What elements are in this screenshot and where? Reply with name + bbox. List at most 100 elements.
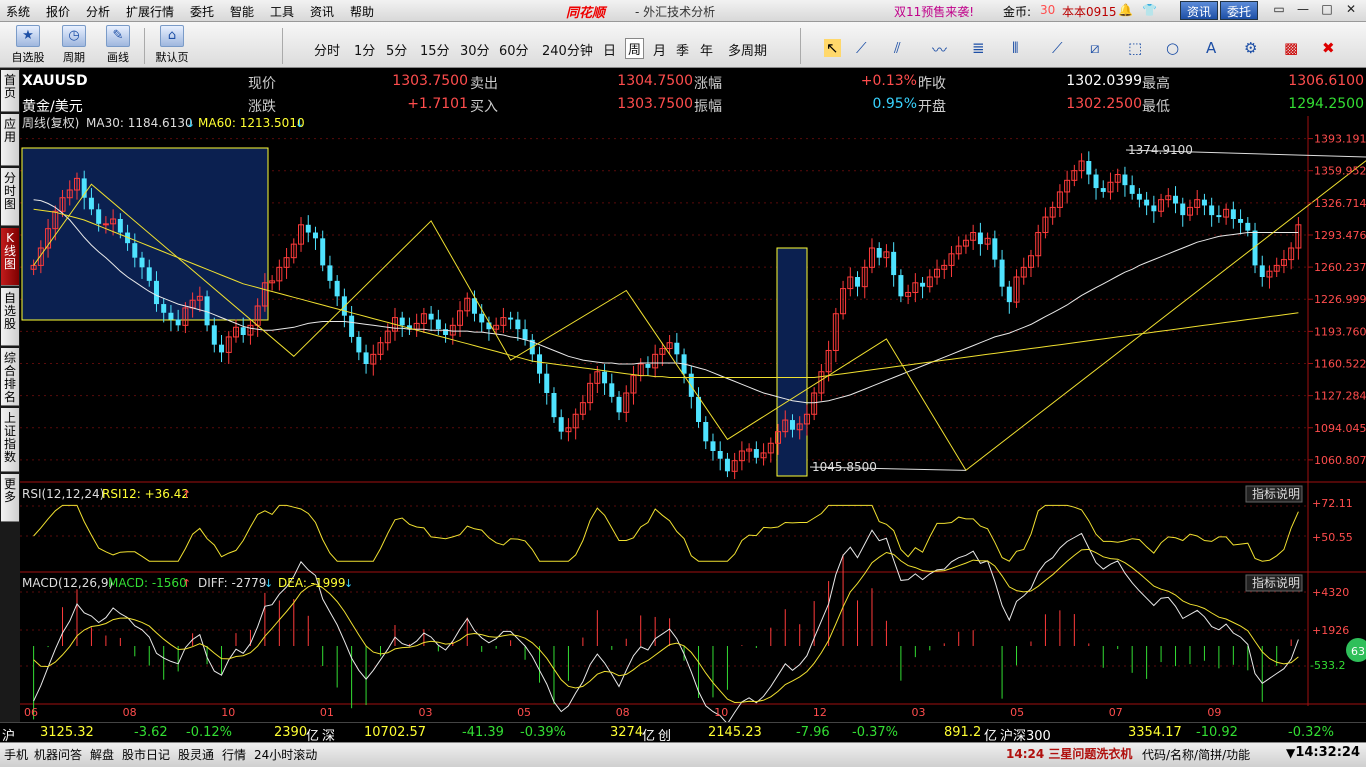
candle-body-down (1100, 188, 1106, 192)
period-week[interactable]: 周 (625, 38, 645, 59)
tab-stockbot[interactable]: 股灵通 (178, 746, 214, 763)
cy-pct: -0.37% (852, 725, 898, 740)
candle-body-down (1086, 161, 1092, 175)
sidebar: 首页 应用 分时图 K线图 自选股 综合排名 上证指数 更多 (0, 68, 20, 722)
time-tick-label: 12 (813, 706, 827, 719)
circle-tool-icon[interactable]: ○ (1166, 39, 1179, 57)
candle-body-down (349, 315, 355, 337)
rsi-label: RSI(12,12,24) (22, 487, 104, 501)
candle-body-down (551, 393, 557, 418)
price-tick-label: 1094.045 (1314, 422, 1366, 435)
sidebar-item-kline[interactable]: K线图 (1, 228, 19, 286)
period-5min[interactable]: 5分 (386, 40, 407, 59)
period-intraday[interactable]: 分时 (314, 40, 340, 59)
tab-diary[interactable]: 股市日记 (122, 746, 170, 763)
restore-icon[interactable]: ▭ (1268, 2, 1290, 19)
menu-extended[interactable]: 扩展行情 (126, 3, 174, 20)
news-ticker[interactable]: 14:24 三星问题洗衣机 (1006, 745, 1132, 762)
cursor-icon[interactable]: ↖ (824, 39, 841, 57)
menu-quote[interactable]: 报价 (46, 3, 70, 20)
parallel-tool-icon[interactable]: ⫽ (894, 39, 901, 57)
macd-axis-low: -533.2 (1310, 659, 1345, 672)
tab-market[interactable]: 行情 (222, 746, 246, 763)
chevron-down-icon[interactable]: ▼ (1286, 746, 1295, 760)
rect-tool-icon[interactable]: ⬚ (1128, 39, 1142, 57)
sidebar-item-shindex[interactable]: 上证指数 (1, 408, 19, 472)
candle-body-down (508, 317, 514, 320)
highlight-zone (21, 147, 269, 321)
delete-icon[interactable]: ✖ (1322, 39, 1335, 57)
draw-button[interactable]: ✎ 画线 (96, 25, 140, 65)
period-button[interactable]: ◷ 周期 (52, 25, 96, 65)
bookmark-icon[interactable]: ▩ (1284, 39, 1298, 57)
period-year[interactable]: 年 (700, 40, 713, 59)
price-tick-label: 1260.237 (1314, 261, 1366, 274)
open-value: 1302.2500 (1066, 96, 1142, 112)
period-1min[interactable]: 1分 (354, 40, 375, 59)
candle-body-down (609, 383, 615, 397)
version-label[interactable]: 本本0915 (1062, 3, 1117, 20)
channel-tool-icon[interactable]: ⧄ (1090, 39, 1100, 57)
search-input[interactable]: 代码/名称/简拼/功能 (1142, 746, 1250, 763)
draw-label: 画线 (107, 51, 129, 64)
text-tool-icon[interactable]: A (1206, 39, 1216, 57)
menu-news[interactable]: 资讯 (310, 3, 334, 20)
promo-banner[interactable]: 双11预售来袭! (894, 3, 974, 20)
menu-analysis[interactable]: 分析 (86, 3, 110, 20)
tab-24h[interactable]: 24小时滚动 (254, 746, 317, 763)
sh-amount: 2390 (274, 725, 308, 740)
candle-body-down (920, 282, 926, 287)
candle-body-down (891, 251, 897, 276)
menu-help[interactable]: 帮助 (350, 3, 374, 20)
bars-tool-icon[interactable]: ⦀ (1012, 39, 1019, 57)
period-month[interactable]: 月 (653, 40, 666, 59)
ray-tool-icon[interactable]: ⟋ (1052, 39, 1063, 57)
menu-trade[interactable]: 委托 (190, 3, 214, 20)
menu-smart[interactable]: 智能 (230, 3, 254, 20)
maximize-icon[interactable]: □ (1316, 2, 1338, 19)
default-page-button[interactable]: ⌂ 默认页 (150, 25, 194, 65)
candle-body-down (88, 197, 94, 210)
trade-button[interactable]: 委托 (1220, 1, 1259, 20)
sidebar-item-favorites[interactable]: 自选股 (1, 288, 19, 346)
tab-mobile[interactable]: 手机 (4, 746, 28, 763)
line-tool-icon[interactable]: ⟋ (856, 39, 867, 57)
fib-tool-icon[interactable]: ≣ (972, 39, 985, 57)
coin-label: 金币: (1003, 5, 1032, 19)
candle-body-down (139, 257, 145, 268)
minimize-icon[interactable]: — (1292, 2, 1314, 19)
period-15min[interactable]: 15分 (420, 40, 450, 59)
candle-body-down (168, 312, 174, 320)
period-day[interactable]: 日 (603, 40, 616, 59)
buy-value: 1303.7500 (617, 96, 693, 112)
period-240min[interactable]: 240分钟 (542, 40, 593, 59)
favorites-button[interactable]: ★ 自选股 (6, 25, 50, 65)
sidebar-item-more[interactable]: 更多 (1, 474, 19, 522)
shirt-icon[interactable]: 👕 (1142, 3, 1157, 17)
period-label: 周期 (63, 51, 85, 64)
time-tick-label: 06 (24, 706, 38, 719)
sz-pct: -0.39% (520, 725, 566, 740)
sidebar-item-apps[interactable]: 应用 (1, 114, 19, 166)
sidebar-item-home[interactable]: 首页 (1, 70, 19, 112)
wave-tool-icon[interactable]: 〰 (932, 39, 947, 60)
period-season[interactable]: 季 (676, 40, 689, 59)
menu-system[interactable]: 系统 (6, 3, 30, 20)
tab-analysis[interactable]: 解盘 (90, 746, 114, 763)
period-30min[interactable]: 30分 (460, 40, 490, 59)
hs-pct: -0.32% (1288, 725, 1334, 740)
period-multi[interactable]: 多周期 (728, 40, 767, 59)
close-icon[interactable]: ✕ (1340, 2, 1362, 19)
news-button[interactable]: 资讯 (1180, 1, 1219, 20)
high-annotation: 1374.9100 (1128, 143, 1193, 157)
candle-body-down (1144, 199, 1150, 206)
clock-icon: ◷ (62, 25, 86, 47)
tab-qa[interactable]: 机器问答 (34, 746, 82, 763)
gear-icon[interactable]: ⚙ (1244, 39, 1257, 57)
bell-icon[interactable]: 🔔 (1118, 3, 1133, 17)
menu-tools[interactable]: 工具 (270, 3, 294, 20)
period-60min[interactable]: 60分 (499, 40, 529, 59)
sidebar-item-intraday[interactable]: 分时图 (1, 168, 19, 226)
sidebar-item-ranking[interactable]: 综合排名 (1, 348, 19, 406)
kline-chart[interactable]: 1393.191 1359.952 1326.714 1293.476 1260.237… (20, 116, 1366, 722)
